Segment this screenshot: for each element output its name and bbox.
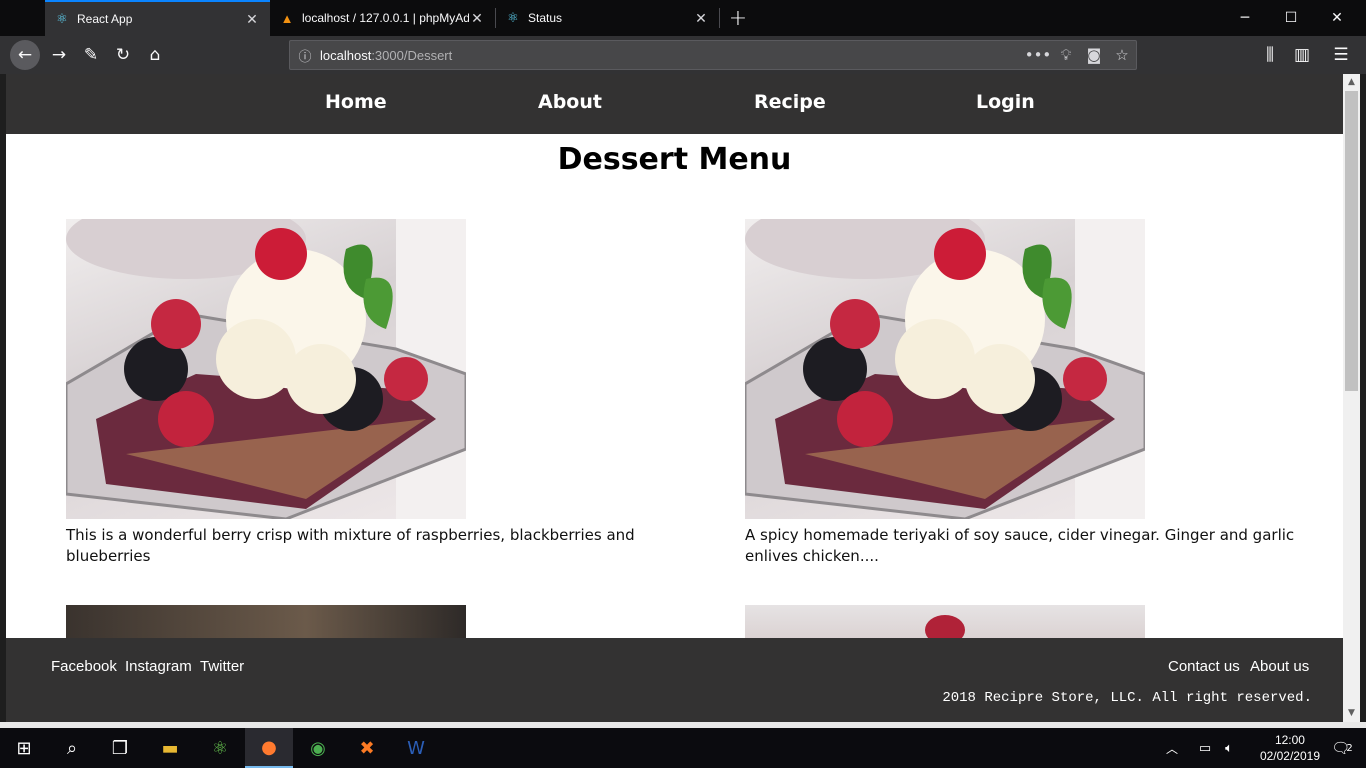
dessert-card: A spicy homemade teriyaki of soy sauce, …	[745, 219, 1343, 567]
url-path: :3000/Dessert	[371, 47, 453, 63]
tab-label: Status	[528, 11, 563, 25]
dessert-card: This is a wonderful berry crisp with mix…	[66, 219, 666, 567]
close-window-button[interactable]: ✕	[1314, 0, 1360, 36]
file-explorer-icon[interactable]: ▬	[146, 728, 194, 768]
berry-crisp-image	[745, 219, 1145, 519]
nav-home[interactable]: Home	[325, 91, 387, 113]
react-icon: ⚛	[56, 11, 68, 26]
tab-label: React App	[77, 12, 133, 26]
nav-login[interactable]: Login	[976, 91, 1035, 113]
chevron-up-icon[interactable]: ︿	[1160, 728, 1184, 768]
tab-phpmyadmin[interactable]: ▲ localhost / 127.0.0.1 | phpMyAdmin ✕	[270, 0, 495, 36]
system-clock[interactable]: 12:00 02/02/2019	[1260, 732, 1320, 764]
footer-facebook-link[interactable]: Facebook	[51, 658, 117, 675]
phpmyadmin-icon: ▲	[280, 10, 294, 26]
page-title: Dessert Menu	[557, 142, 792, 177]
nav-about[interactable]: About	[538, 91, 602, 113]
dessert-image[interactable]	[745, 219, 1145, 519]
network-icon[interactable]: ▭	[1193, 728, 1217, 768]
url-text[interactable]: localhost:3000/Dessert	[320, 48, 1024, 63]
footer-instagram-link[interactable]: Instagram	[125, 658, 192, 675]
lightbulb-icon[interactable]: 💡︎	[1052, 46, 1080, 64]
scrollbar-thumb[interactable]	[1345, 91, 1358, 391]
dessert-image[interactable]	[66, 219, 466, 519]
nav-recipe[interactable]: Recipe	[754, 91, 826, 113]
more-actions-icon[interactable]: •••	[1024, 46, 1052, 64]
site-footer: Facebook Instagram Twitter Contact us Ab…	[6, 638, 1343, 722]
tab-react-app[interactable]: ⚛ React App ✕	[45, 0, 270, 36]
dessert-description: A spicy homemade teriyaki of soy sauce, …	[745, 526, 1295, 565]
sidebar-icon[interactable]: ▥	[1287, 40, 1317, 70]
tab-status[interactable]: ⚛ Status ✕	[496, 0, 719, 36]
taskbar: ⊞ ⌕ ❐ ▬ ⚛ ● ◉ ✖ W ︿ ▭ 🔈︎ 12:00 02/02/201…	[0, 728, 1366, 768]
word-icon[interactable]: W	[392, 728, 440, 768]
site-nav: Home About Recipe Login	[6, 74, 1343, 134]
new-tab-button[interactable]: +	[727, 0, 749, 36]
notifications-icon[interactable]: 🗨︎ 2	[1318, 728, 1366, 768]
scroll-down-icon[interactable]: ▼	[1343, 705, 1360, 722]
browser-toolbar: ← → ✎ ↻ ⌂ ⓘ localhost:3000/Dessert ••• 💡…	[0, 36, 1366, 74]
clock-date: 02/02/2019	[1259, 749, 1320, 763]
url-bar[interactable]: ⓘ localhost:3000/Dessert ••• 💡︎ ◙ ☆	[289, 40, 1137, 70]
tab-strip: ⚛ React App ✕ ▲ localhost / 127.0.0.1 | …	[0, 0, 1366, 36]
url-host: localhost	[320, 47, 372, 63]
notification-count: 2	[1346, 742, 1353, 754]
atom-icon[interactable]: ⚛	[196, 728, 244, 768]
forward-button[interactable]: →	[44, 40, 74, 70]
berry-crisp-image	[66, 219, 466, 519]
wrench-icon[interactable]: ✎	[76, 40, 106, 70]
menu-icon[interactable]: ☰	[1326, 40, 1356, 70]
pocket-icon[interactable]: ◙	[1080, 46, 1108, 64]
close-tab-icon[interactable]: ✕	[244, 11, 260, 28]
library-icon[interactable]: ⫼	[1255, 40, 1285, 70]
xampp-icon[interactable]: ✖	[343, 728, 391, 768]
chrome-icon[interactable]: ◉	[294, 728, 342, 768]
volume-icon[interactable]: 🔈︎	[1217, 728, 1241, 768]
firefox-icon[interactable]: ●	[245, 728, 293, 768]
home-button[interactable]: ⌂	[140, 40, 170, 70]
close-tab-icon[interactable]: ✕	[693, 10, 709, 27]
back-button[interactable]: ←	[10, 40, 40, 70]
page-scrollbar[interactable]: ▲ ▼	[1343, 74, 1360, 722]
task-view-icon[interactable]: ❐	[96, 728, 144, 768]
tab-separator	[719, 8, 720, 28]
copyright-text: 2018 Recipre Store, LLC. All right reser…	[942, 690, 1312, 706]
scroll-up-icon[interactable]: ▲	[1343, 74, 1360, 91]
footer-contact-link[interactable]: Contact us	[1168, 658, 1240, 675]
footer-about-link[interactable]: About us	[1250, 658, 1309, 675]
close-tab-icon[interactable]: ✕	[469, 10, 485, 27]
dessert-description: This is a wonderful berry crisp with mix…	[66, 526, 635, 565]
footer-twitter-link[interactable]: Twitter	[200, 658, 244, 675]
tab-label: localhost / 127.0.0.1 | phpMyAdmin	[302, 11, 469, 25]
page-viewport: Home About Recipe Login Dessert Menu Thi…	[6, 74, 1343, 722]
clock-time: 12:00	[1274, 733, 1305, 747]
minimize-button[interactable]: ─	[1222, 0, 1268, 36]
reload-button[interactable]: ↻	[108, 40, 138, 70]
react-icon: ⚛	[507, 10, 519, 25]
search-icon[interactable]: ⌕	[48, 728, 96, 768]
windows-start-icon[interactable]: ⊞	[0, 728, 48, 768]
maximize-button[interactable]: ☐	[1268, 0, 1314, 36]
info-icon[interactable]: ⓘ	[290, 46, 320, 65]
bookmark-star-icon[interactable]: ☆	[1108, 46, 1136, 64]
